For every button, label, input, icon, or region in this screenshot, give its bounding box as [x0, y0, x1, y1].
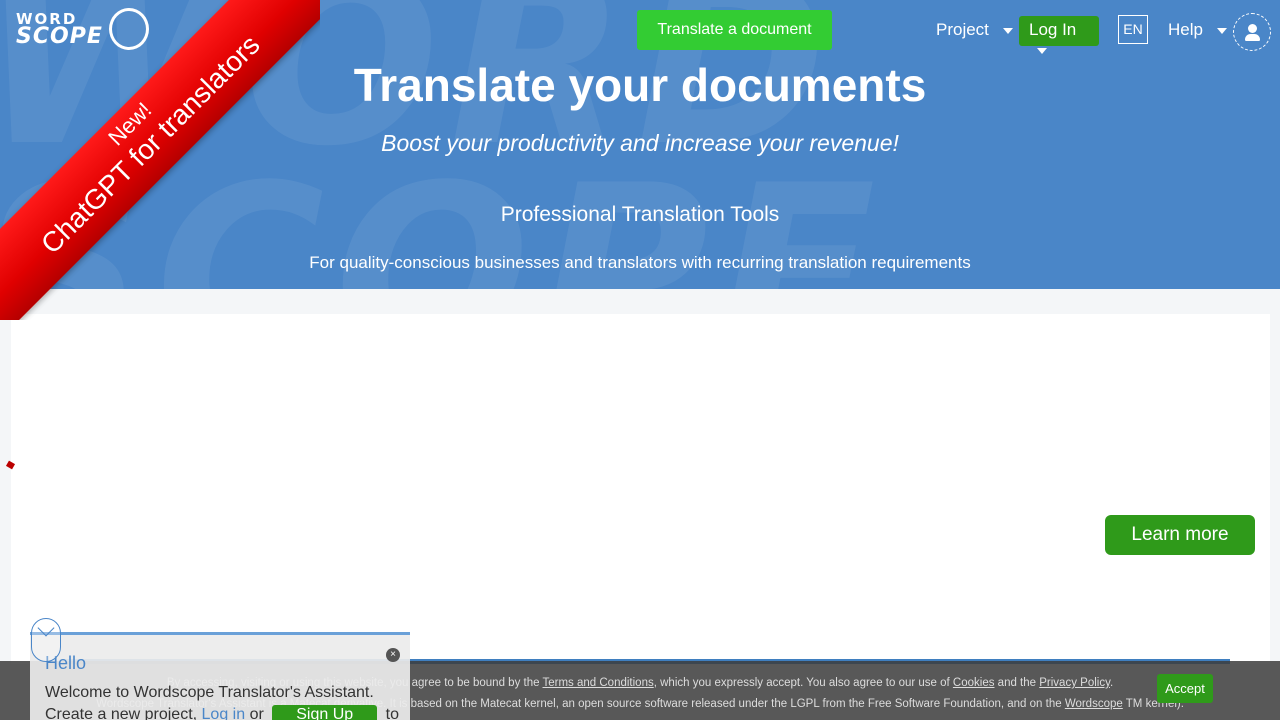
close-icon[interactable]: × [386, 648, 400, 662]
terms-link[interactable]: Terms and Conditions [543, 677, 654, 689]
privacy-link[interactable]: Privacy Policy [1039, 677, 1110, 689]
hero-tools-heading: Professional Translation Tools [500, 203, 780, 226]
assistant-to-text: to [381, 706, 399, 720]
cookie-text: and the [994, 677, 1040, 689]
accept-cookies-button[interactable]: Accept [1157, 674, 1213, 703]
main-content-panel [11, 314, 1270, 664]
caret-down-icon [1037, 47, 1047, 54]
hero-description: For quality-conscious businesses and tra… [309, 253, 971, 272]
language-selector[interactable]: EN [1118, 15, 1148, 44]
assistant-signup-button[interactable]: Sign Up [272, 705, 378, 720]
nav-project-label: Project [936, 20, 989, 39]
learn-more-button[interactable]: Learn more [1105, 515, 1255, 555]
assistant-create-line: Create a new project, Log in or Sign Up … [45, 705, 399, 720]
nav-login-menu[interactable]: Log In [1019, 16, 1099, 54]
caret-down-icon [1002, 27, 1013, 34]
nav-login-label: Log In [1029, 20, 1077, 39]
caret-down-icon [1216, 27, 1227, 34]
page-title: Translate your documents [353, 59, 927, 111]
user-icon [1245, 34, 1260, 41]
nav-help-label: Help [1168, 20, 1203, 39]
assistant-login-link[interactable]: Log in [202, 706, 246, 720]
nav-project-menu[interactable]: Project [936, 20, 1013, 40]
assistant-create-text: Create a new project, [45, 706, 202, 720]
assistant-or-text: or [245, 706, 269, 720]
top-nav: Project Log In EN Help [0, 12, 1280, 54]
cookie-text: , which you expressly accept. You also a… [653, 677, 953, 689]
nav-help-menu[interactable]: Help [1168, 20, 1227, 40]
wordscope-link[interactable]: Wordscope [1065, 698, 1123, 710]
cookies-link[interactable]: Cookies [953, 677, 995, 689]
chevron-down-icon [37, 619, 55, 637]
cookie-text: . [1109, 677, 1114, 689]
user-account-button[interactable] [1233, 13, 1271, 51]
user-icon-head [1248, 24, 1257, 33]
hero-subtitle: Boost your productivity and increase you… [381, 130, 899, 156]
assistant-welcome: Welcome to Wordscope Translator's Assist… [45, 684, 374, 701]
assistant-popup: × Hello Welcome to Wordscope Translator'… [30, 632, 410, 720]
assistant-toggle-button[interactable] [31, 618, 61, 662]
